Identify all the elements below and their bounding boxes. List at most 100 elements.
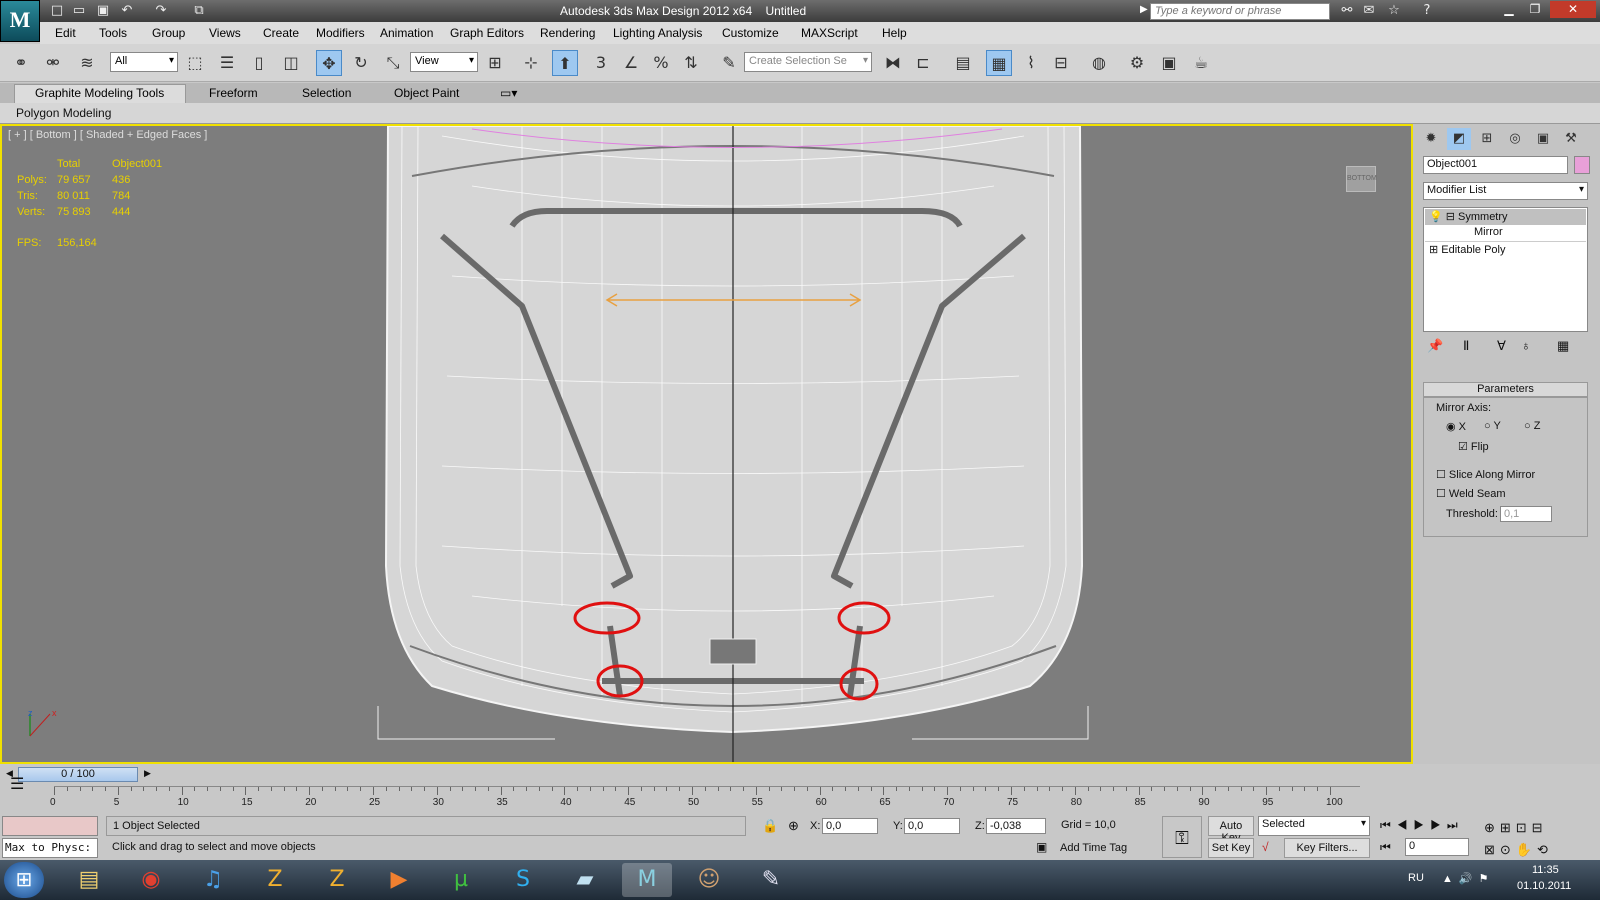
track-bar[interactable]: 0 5 10 15 20 25 30 35 40 45 50 55 60 65 70 75 80 85 90 95 10… [50,786,1360,810]
percent-snap-icon[interactable]: % [648,50,674,76]
weld-seam-checkbox[interactable]: ☐ Weld Seam [1436,487,1506,500]
itunes-taskbar-icon[interactable]: ♫ [188,863,238,897]
save-icon[interactable]: ▣ [94,3,112,19]
menu-maxscript[interactable]: MAXScript [801,26,858,40]
user-app-taskbar-icon[interactable]: ☺ [684,863,734,897]
viewport-navigation-controls-2[interactable]: ⊠⊙✋⟲ [1484,842,1553,858]
menu-customize[interactable]: Customize [722,26,779,40]
search-expand-icon[interactable]: ▶ [1140,4,1148,15]
create-tab-icon[interactable]: ✹ [1419,128,1443,150]
help-icon[interactable]: ? [1418,3,1436,19]
motion-tab-icon[interactable]: ◎ [1503,128,1527,150]
flip-checkbox[interactable]: ☑ Flip [1458,440,1489,453]
viewport-navigation-controls[interactable]: ⊕⊞⊡⊟ [1484,820,1548,836]
viewport-bottom[interactable]: [ + ] [ Bottom ] [ Shaded + Edged Faces … [0,124,1413,764]
menu-rendering[interactable]: Rendering [540,26,595,40]
default-in-out-tangents-icon[interactable]: √ [1262,840,1269,854]
polygon-modeling-panel[interactable]: Polygon Modeling [16,106,111,120]
bind-space-warp-icon[interactable]: ≋ [74,50,100,76]
named-selection-set-dropdown[interactable]: Create Selection Se [744,52,872,72]
select-by-name-icon[interactable]: ☰ [214,50,240,76]
clock-time[interactable]: 11:35 [1532,864,1559,876]
modify-tab-icon[interactable]: ◩ [1447,128,1471,150]
tray-icons[interactable]: ▲🔊⚑ [1442,872,1494,885]
spinner-snap-icon[interactable]: ⇅ [678,50,704,76]
schematic-view-icon[interactable]: ⊟ [1048,50,1074,76]
3dsmax-taskbar-icon[interactable]: M [622,863,672,897]
minimize-button[interactable]: ▁ [1496,1,1522,18]
graphite-toggle-icon[interactable]: ▦ [986,50,1012,76]
curve-editor-icon[interactable]: ⌇ [1018,50,1044,76]
communication-center-icon[interactable]: ✉ [1360,3,1378,19]
utorrent-taskbar-icon[interactable]: µ [436,863,486,897]
axis-z-radio[interactable]: ○ Z [1524,420,1540,432]
current-frame-field[interactable]: 0 [1405,838,1469,856]
key-filters-button[interactable]: Key Filters... [1284,838,1370,858]
search-input[interactable]: Type a keyword or phrase [1150,3,1330,20]
display-tab-icon[interactable]: ▣ [1531,128,1555,150]
menu-tools[interactable]: Tools [99,26,127,40]
select-and-rotate-icon[interactable]: ↻ [348,50,374,76]
selection-filter-dropdown[interactable]: All [110,52,178,72]
x-coordinate-field[interactable]: 0,0 [822,818,878,834]
layer-manager-icon[interactable]: ▤ [950,50,976,76]
menu-lighting-analysis[interactable]: Lighting Analysis [613,26,702,40]
chrome-taskbar-icon[interactable]: ◉ [126,863,176,897]
playback-controls[interactable]: ⏮◀▶▶⏭ [1380,818,1464,833]
notes-taskbar-icon[interactable]: ▰ [560,863,610,897]
render-setup-icon[interactable]: ⚙ [1124,50,1150,76]
select-and-scale-icon[interactable]: ⤡ [380,50,406,76]
pivot-center-icon[interactable]: ⊞ [482,50,508,76]
tab-graphite-modeling-tools[interactable]: Graphite Modeling Tools [35,86,164,100]
stack-item-editable-poly[interactable]: ⊞ Editable Poly [1425,241,1586,257]
project-folder-icon[interactable]: ⧉ [190,3,208,19]
timeline-next-icon[interactable]: ▶ [144,768,151,779]
show-end-result-icon[interactable]: Ⅱ [1463,338,1469,354]
pin-stack-icon[interactable]: 📌 [1427,338,1443,354]
configure-modifier-sets-icon[interactable]: ▦ [1557,338,1569,354]
angle-snap-icon[interactable]: ∠ [618,50,644,76]
key-icon[interactable]: ⚿ [1162,816,1202,858]
application-button[interactable]: M [0,0,40,42]
edit-named-selection-icon[interactable]: ✎ [716,50,742,76]
modifier-list-dropdown[interactable]: Modifier List ▾ [1423,182,1588,200]
hierarchy-tab-icon[interactable]: ⊞ [1475,128,1499,150]
undo-icon[interactable]: ↶ [118,3,136,19]
make-unique-icon[interactable]: ∀ [1497,338,1506,354]
menu-help[interactable]: Help [882,26,907,40]
set-key-button[interactable]: Set Key [1208,838,1254,858]
utilities-tab-icon[interactable]: ⚒ [1559,128,1583,150]
redo-icon[interactable]: ↷ [152,3,170,19]
viewcube[interactable]: BOTTOM [1346,166,1377,192]
object-color-swatch[interactable] [1574,156,1590,174]
remove-modifier-icon[interactable]: ♁ [1521,338,1531,353]
binoculars-icon[interactable]: ⚯ [1338,3,1356,19]
language-indicator[interactable]: RU [1408,872,1424,884]
skype-taskbar-icon[interactable]: S [498,863,548,897]
material-editor-icon[interactable]: ◍ [1086,50,1112,76]
media-player-taskbar-icon[interactable]: ▶ [374,863,424,897]
favorites-star-icon[interactable]: ☆ [1385,3,1403,19]
maxscript-mini-listener[interactable]: Max to Physc: [2,838,98,858]
add-time-tag[interactable]: Add Time Tag [1060,842,1127,854]
mirror-icon[interactable]: ⧓ [880,50,906,76]
zona2-taskbar-icon[interactable]: Z [312,863,362,897]
key-mode-dropdown[interactable]: Selected ▾ [1258,816,1370,836]
start-button[interactable]: ⊞ [4,862,44,898]
new-file-icon[interactable]: □ [48,3,66,19]
axis-y-radio[interactable]: ○ Y [1484,420,1501,432]
stack-item-mirror[interactable]: Mirror [1474,226,1503,238]
tab-selection[interactable]: Selection [302,86,351,100]
rectangular-selection-icon[interactable]: ▯ [246,50,272,76]
maxscript-listener-pink[interactable] [2,816,98,836]
close-button[interactable]: ✕ [1550,1,1596,18]
unlink-icon[interactable]: ⚮ [40,50,66,76]
stack-item-symmetry[interactable]: 💡 ⊟ Symmetry [1425,209,1586,225]
time-tag-icon[interactable]: ▣ [1036,840,1047,854]
keyboard-shortcut-override-icon[interactable]: ⬆ [552,50,578,76]
car-hood-mesh[interactable] [2,126,1411,762]
axis-x-radio[interactable]: ◉ X [1446,420,1466,433]
reference-coordinate-dropdown[interactable]: View [410,52,478,72]
menu-modifiers[interactable]: Modifiers [316,26,365,40]
clock-date[interactable]: 01.10.2011 [1517,880,1571,892]
